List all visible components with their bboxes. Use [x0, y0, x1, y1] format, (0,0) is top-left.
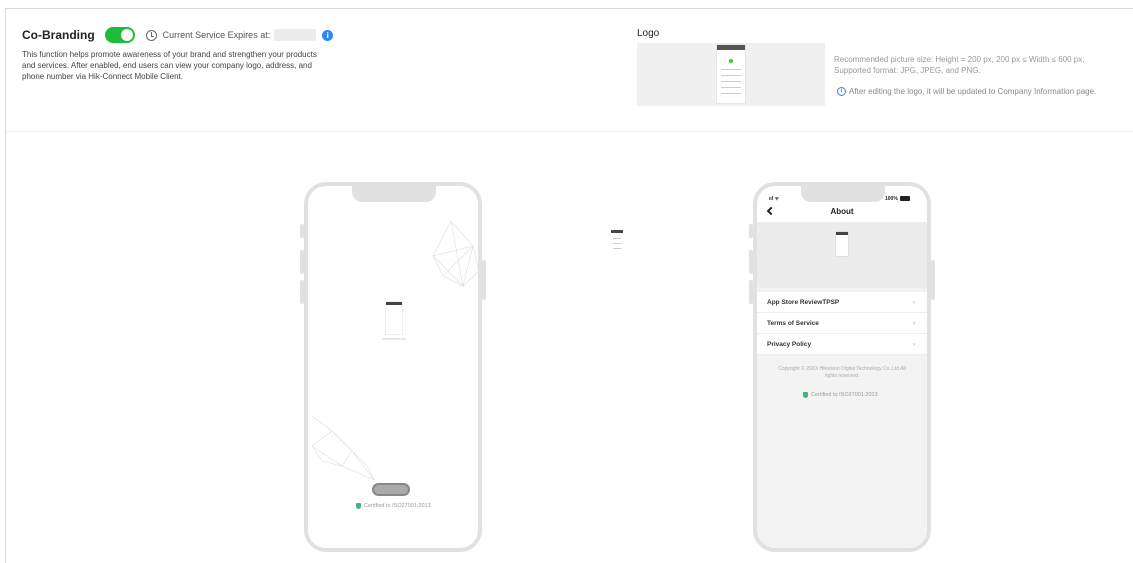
cobranding-toggle[interactable]: [104, 27, 135, 43]
shield-icon: [803, 392, 808, 398]
cert-text: Certified to ISO27001:2013: [364, 503, 431, 509]
logo-hint-size: Recommended picture size: Height = 200 p…: [834, 55, 1085, 64]
logo-small-thumbnail: [611, 230, 623, 256]
logo-note-text: After editing the logo, it will be updat…: [849, 87, 1097, 96]
cobranding-title: Co-Branding: [22, 28, 95, 42]
about-header: [757, 222, 927, 288]
about-phone-preview: ııl ᯤ 100% About App Store ReviewTPSP › …: [753, 182, 931, 552]
copyright-text: Copyright © 20XX Hikvision Digital Techn…: [778, 366, 906, 379]
phone-side-button: [482, 260, 486, 300]
cobranding-row: Co-Branding Current Service Expires at: …: [22, 27, 334, 43]
phone-notch: [801, 182, 885, 202]
logo-upload-area[interactable]: [637, 43, 825, 106]
menu-item-privacy-policy: Privacy Policy ›: [757, 334, 927, 355]
logo-note: i After editing the logo, it will be upd…: [837, 87, 1096, 96]
info-icon[interactable]: i: [322, 29, 334, 41]
about-logo: [835, 231, 849, 257]
logo-preview-image: [716, 44, 746, 104]
info-circle-icon: i: [837, 87, 846, 96]
logo-hints: Recommended picture size: Height = 200 p…: [834, 54, 1084, 76]
chevron-right-icon: ›: [912, 320, 915, 327]
cert-badge: Certified to ISO27001:2013: [356, 503, 431, 509]
cert-badge: Certified to ISO27001:2013: [803, 392, 878, 398]
about-title: About: [830, 207, 854, 216]
phone-side-button: [931, 260, 935, 300]
splash-phone-preview: Certified to ISO27001:2013: [304, 182, 482, 552]
cert-text: Certified to ISO27001:2013: [811, 392, 878, 398]
battery-icon: [899, 196, 910, 202]
expires-value: [274, 29, 317, 41]
logo-hint-format: Supported format: JPG, JPEG, and PNG.: [834, 66, 981, 75]
network-decoration: [432, 220, 479, 287]
expires-label: Current Service Expires at:: [162, 30, 271, 40]
chevron-right-icon: ›: [912, 299, 915, 306]
menu-item-app-store-review: App Store ReviewTPSP ›: [757, 292, 927, 313]
splash-caption: [382, 338, 406, 340]
splash-logo: [385, 301, 403, 335]
logo-label: Logo: [637, 28, 660, 39]
status-signal: ııl ᯤ: [769, 196, 780, 202]
toggle-knob: [120, 29, 133, 41]
cobranding-description: This function helps promote awareness of…: [22, 50, 317, 81]
battery-text: 100%: [885, 196, 898, 202]
menu-item-label: Terms of Service: [767, 320, 819, 327]
splash-button: [372, 483, 410, 496]
clock-icon: [145, 29, 157, 41]
shield-icon: [356, 503, 361, 509]
menu-item-label: Privacy Policy: [767, 341, 812, 348]
menu-item-terms-of-service: Terms of Service ›: [757, 313, 927, 334]
network-decoration: [312, 415, 375, 481]
phone-notch: [352, 182, 436, 202]
status-battery: 100%: [885, 196, 910, 202]
section-divider: [6, 131, 1133, 132]
chevron-right-icon: ›: [912, 341, 915, 348]
menu-item-label: App Store ReviewTPSP: [767, 299, 840, 306]
